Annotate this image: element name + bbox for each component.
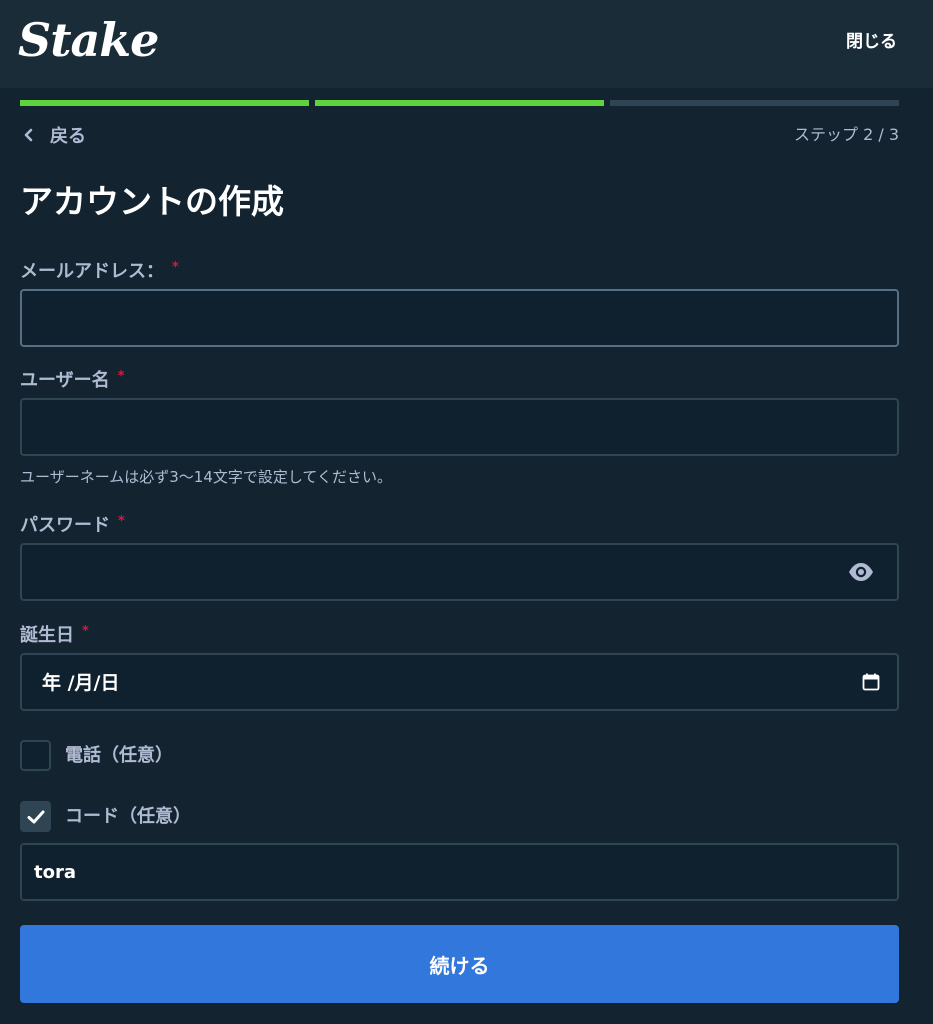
- code-input[interactable]: [22, 845, 897, 899]
- email-field[interactable]: [20, 289, 899, 347]
- step-indicator: ステップ 2 / 3: [793, 125, 899, 144]
- eye-icon[interactable]: [847, 560, 875, 584]
- required-mark: *: [82, 624, 89, 639]
- birthday-label-text: 誕生日: [20, 625, 74, 646]
- checkmark-icon: [27, 810, 44, 823]
- continue-button[interactable]: 続ける: [20, 925, 899, 1003]
- required-mark: *: [117, 369, 125, 384]
- password-input[interactable]: [22, 545, 897, 599]
- username-hint: ユーザーネームは必ず3〜14文字で設定してください。: [20, 468, 392, 486]
- required-mark: *: [118, 514, 125, 529]
- password-field[interactable]: [20, 543, 899, 601]
- date-placeholder: 年 /月/日: [42, 672, 120, 694]
- email-label-text: メールアドレス：: [20, 261, 164, 282]
- password-label: パスワード *: [20, 514, 125, 538]
- username-label: ユーザー名 *: [20, 369, 124, 393]
- code-option[interactable]: コード（任意）: [20, 801, 191, 832]
- step-progress-bar: [20, 100, 899, 106]
- password-label-text: パスワード: [20, 515, 110, 536]
- page-title: アカウントの作成: [20, 182, 284, 221]
- code-field[interactable]: [20, 843, 899, 901]
- phone-option-label: 電話（任意）: [65, 744, 173, 766]
- close-button[interactable]: 閉じる: [846, 30, 897, 54]
- progress-segment-1: [20, 100, 309, 106]
- phone-checkbox[interactable]: [20, 740, 51, 771]
- email-label: メールアドレス： *: [20, 260, 179, 284]
- required-mark: *: [172, 260, 179, 275]
- back-label: 戻る: [50, 126, 86, 147]
- email-input[interactable]: [22, 291, 897, 345]
- username-input[interactable]: [22, 400, 897, 454]
- progress-segment-3: [610, 100, 899, 106]
- username-label-text: ユーザー名: [20, 370, 110, 391]
- chevron-left-icon: [24, 128, 33, 142]
- birthday-label: 誕生日 *: [20, 624, 89, 648]
- phone-option[interactable]: 電話（任意）: [20, 740, 173, 771]
- stake-logo[interactable]: Stake: [18, 12, 159, 68]
- registration-panel: 戻る ステップ 2 / 3 アカウントの作成 メールアドレス： * ユーザー名 …: [0, 88, 933, 1024]
- back-button[interactable]: 戻る: [22, 122, 86, 148]
- calendar-icon[interactable]: [861, 672, 881, 692]
- code-checkbox[interactable]: [20, 801, 51, 832]
- code-option-label: コード（任意）: [65, 805, 191, 827]
- top-header: Stake 閉じる: [0, 0, 933, 88]
- username-field[interactable]: [20, 398, 899, 456]
- birthday-date-input[interactable]: 年 /月/日: [20, 653, 899, 711]
- progress-segment-2: [315, 100, 604, 106]
